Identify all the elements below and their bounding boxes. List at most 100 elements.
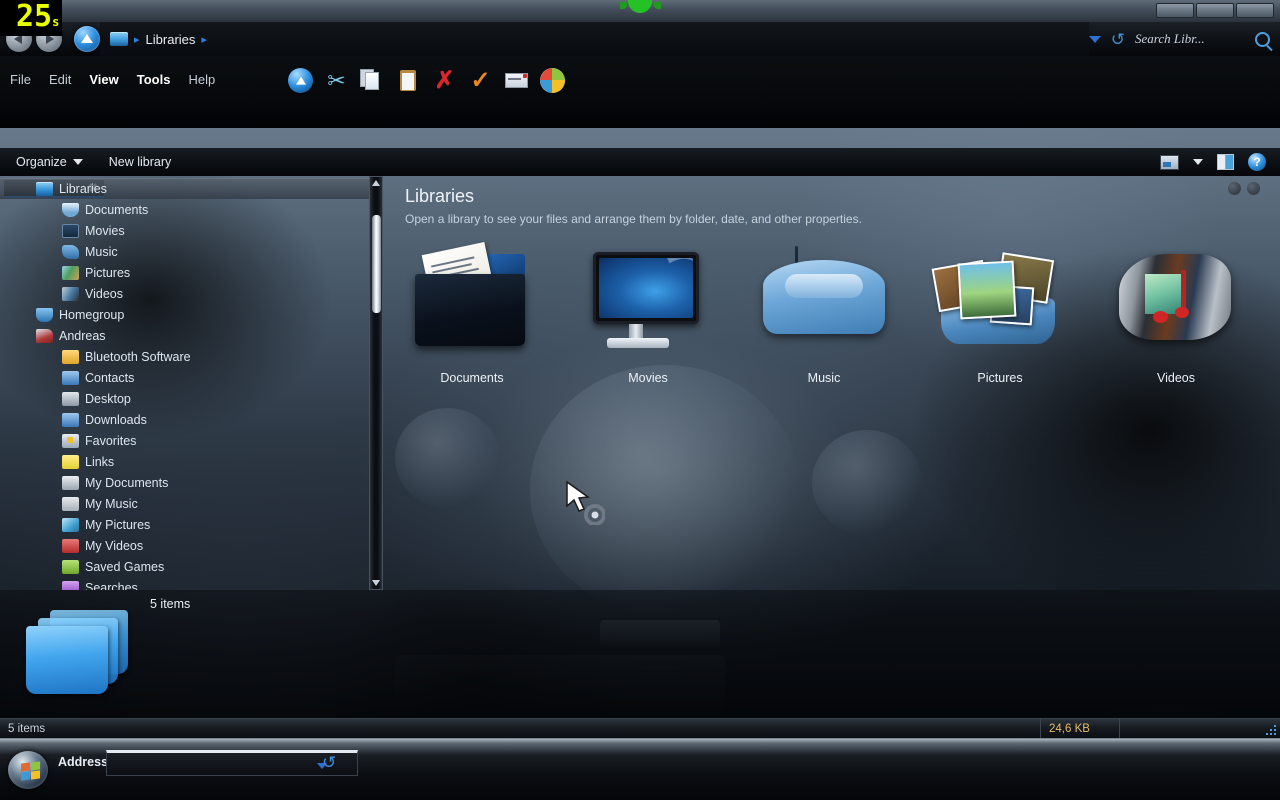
- pictures-library-icon: [62, 265, 79, 280]
- sidebar-item-my-videos[interactable]: My Videos: [0, 535, 370, 556]
- search-icon[interactable]: [1255, 31, 1270, 47]
- sidebar-item-bluetooth-software[interactable]: Bluetooth Software: [0, 346, 370, 367]
- sidebar-item-label: Desktop: [85, 391, 131, 406]
- sidebar-item-movies[interactable]: Movies: [0, 220, 370, 241]
- libraries-icon: [36, 181, 53, 196]
- sidebar-item-my-documents[interactable]: My Documents: [0, 472, 370, 493]
- organize-button[interactable]: Organize: [16, 155, 83, 169]
- preview-pane-icon[interactable]: [1217, 154, 1234, 170]
- sidebar-item-searches[interactable]: Searches: [0, 577, 370, 590]
- sidebar-item-label: Searches: [85, 580, 138, 591]
- organize-toolbar: Organize New library ?: [0, 148, 1280, 176]
- sidebar-item-label: Andreas: [59, 328, 106, 343]
- sidebar-item-links[interactable]: Links: [0, 451, 370, 472]
- menu-item-view[interactable]: View: [89, 72, 118, 87]
- view-options-icon[interactable]: [1160, 154, 1179, 170]
- saved-games-folder-icon: [62, 559, 79, 574]
- minimize-button[interactable]: [1156, 3, 1194, 18]
- menu-item-tools[interactable]: Tools: [137, 72, 171, 87]
- documents-library-icon: [62, 202, 79, 217]
- navigation-pane-scrollbar[interactable]: [369, 176, 383, 590]
- library-label: Pictures: [977, 371, 1023, 385]
- details-pane: 5 items: [0, 590, 1280, 718]
- videos-library-icon: [62, 286, 79, 301]
- nav-right-controls: ↺ Search Libr...: [1088, 31, 1280, 48]
- library-label: Music: [807, 371, 841, 385]
- new-library-button[interactable]: New library: [109, 155, 172, 169]
- start-orb-icon[interactable]: [8, 751, 48, 789]
- searches-folder-icon: [62, 580, 79, 590]
- search-input[interactable]: Search Libr...: [1135, 31, 1245, 47]
- downloads-folder-icon: [62, 412, 79, 427]
- homegroup-icon: [36, 307, 53, 322]
- window-titlebar[interactable]: [0, 0, 1280, 22]
- chevron-down-icon[interactable]: [1088, 35, 1101, 43]
- sidebar-item-my-pictures[interactable]: My Pictures: [0, 514, 370, 535]
- help-icon[interactable]: ?: [1248, 153, 1266, 171]
- check-icon[interactable]: ✓: [468, 68, 493, 93]
- view-options-chevron-down-icon[interactable]: [1193, 159, 1203, 165]
- sidebar-item-my-music[interactable]: My Music: [0, 493, 370, 514]
- sidebar-item-contacts[interactable]: Contacts: [0, 367, 370, 388]
- status-bar: 5 items 24,6 KB: [0, 718, 1280, 738]
- sidebar-item-label: My Music: [85, 496, 138, 511]
- sidebar-item-libraries[interactable]: Libraries: [0, 178, 370, 199]
- scrollbar-thumb[interactable]: [372, 215, 381, 313]
- address-label: Address: [58, 755, 109, 769]
- sidebar-item-saved-games[interactable]: Saved Games: [0, 556, 370, 577]
- sidebar-item-label: Downloads: [85, 412, 147, 427]
- library-item-pictures[interactable]: Pictures: [912, 238, 1088, 385]
- library-label: Documents: [440, 371, 504, 385]
- maximize-button[interactable]: [1196, 3, 1234, 18]
- library-item-movies[interactable]: Movies: [560, 238, 736, 385]
- scroll-down-icon[interactable]: [371, 577, 381, 588]
- close-button[interactable]: [1236, 3, 1274, 18]
- fps-counter: 25s: [16, 0, 60, 34]
- resize-grip[interactable]: [1264, 723, 1276, 735]
- refresh-icon[interactable]: ↺: [1111, 31, 1125, 48]
- status-divider-2: [1119, 719, 1120, 738]
- breadcrumb[interactable]: ▸ Libraries ▸: [100, 22, 1089, 56]
- sidebar-item-documents[interactable]: Documents: [0, 199, 370, 220]
- address-input[interactable]: [106, 750, 358, 776]
- links-folder-icon: [62, 454, 79, 469]
- my-documents-folder-icon: [62, 475, 79, 490]
- sidebar-item-desktop[interactable]: Desktop: [0, 388, 370, 409]
- chevron-right-icon-2[interactable]: ▸: [201, 33, 207, 46]
- breadcrumb-item-libraries[interactable]: Libraries: [146, 32, 196, 47]
- sidebar-item-videos[interactable]: Videos: [0, 283, 370, 304]
- sidebar-item-favorites[interactable]: Favorites: [0, 430, 370, 451]
- up-icon[interactable]: [288, 68, 313, 93]
- sidebar-item-andreas[interactable]: Andreas: [0, 325, 370, 346]
- sidebar-item-homegroup[interactable]: Homegroup: [0, 304, 370, 325]
- delete-icon[interactable]: ✗: [432, 68, 457, 93]
- menu-item-help[interactable]: Help: [188, 72, 215, 87]
- sidebar-item-label: Bluetooth Software: [85, 349, 191, 364]
- up-arrow-icon[interactable]: [74, 26, 100, 52]
- properties-icon[interactable]: [540, 68, 565, 93]
- copy-icon[interactable]: [360, 68, 385, 93]
- cut-icon[interactable]: ✂: [324, 68, 349, 93]
- rename-icon[interactable]: [504, 68, 529, 93]
- paste-icon[interactable]: [396, 68, 421, 93]
- sidebar-item-label: My Documents: [85, 475, 169, 490]
- sidebar-item-downloads[interactable]: Downloads: [0, 409, 370, 430]
- menu-item-edit[interactable]: Edit: [49, 72, 71, 87]
- library-item-videos[interactable]: Videos: [1088, 238, 1264, 385]
- sidebar-item-label: Movies: [85, 223, 125, 238]
- library-item-documents[interactable]: Documents: [384, 238, 560, 385]
- scroll-up-icon[interactable]: [371, 178, 381, 189]
- explorer-window: ▸ Libraries ▸ ↺ Search Libr... File Edit…: [0, 0, 1280, 738]
- menu-item-file[interactable]: File: [10, 72, 31, 87]
- sidebar-item-label: Pictures: [85, 265, 131, 280]
- refresh-icon[interactable]: ↺: [322, 753, 336, 773]
- sidebar-item-music[interactable]: Music: [0, 241, 370, 262]
- my-pictures-folder-icon: [62, 517, 79, 532]
- sidebar-item-label: Favorites: [85, 433, 137, 448]
- status-item-count: 5 items: [8, 722, 46, 735]
- new-library-label: New library: [108, 155, 172, 169]
- documents-folder-front: [415, 274, 525, 346]
- library-item-music[interactable]: Music: [736, 238, 912, 385]
- sidebar-item-pictures[interactable]: Pictures: [0, 262, 370, 283]
- navigation-pane[interactable]: Libraries Documents Movies Music Picture…: [0, 178, 370, 590]
